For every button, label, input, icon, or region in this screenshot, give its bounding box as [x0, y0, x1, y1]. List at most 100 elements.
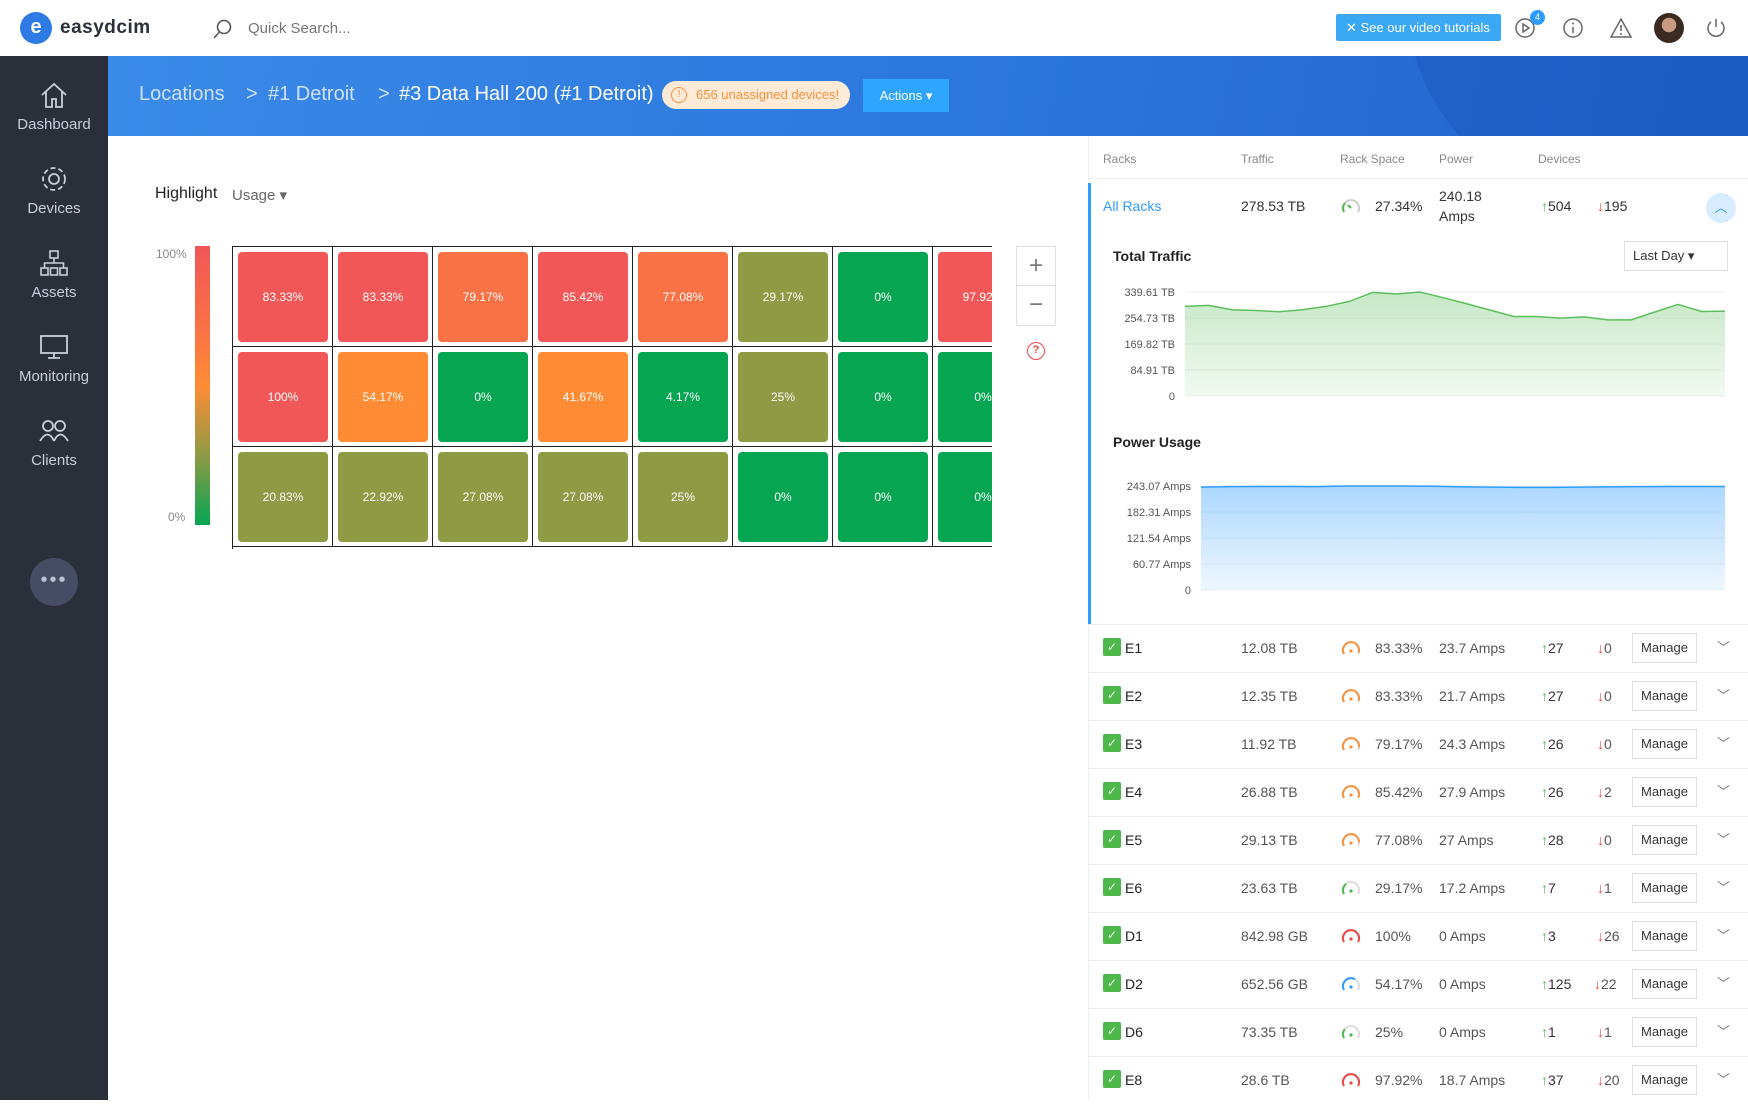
- manage-button[interactable]: Manage: [1632, 825, 1697, 855]
- rack-name[interactable]: E2: [1125, 688, 1142, 704]
- rack-name[interactable]: E5: [1125, 832, 1142, 848]
- checkbox[interactable]: ✓: [1103, 926, 1121, 944]
- collapse-button[interactable]: ︿: [1706, 193, 1736, 223]
- rack-tile[interactable]: 54.17%: [338, 352, 428, 442]
- rack-name[interactable]: D1: [1125, 928, 1143, 944]
- close-icon[interactable]: ✕: [1346, 20, 1361, 35]
- logo-text[interactable]: easydcim: [60, 17, 151, 39]
- rack-tile[interactable]: 22.92%: [338, 452, 428, 542]
- chevron-down-icon[interactable]: ﹀: [1717, 877, 1730, 896]
- rack-name[interactable]: D6: [1125, 1024, 1143, 1040]
- rack-tile[interactable]: 83.33%: [238, 252, 328, 342]
- manage-button[interactable]: Manage: [1632, 681, 1697, 711]
- rack-tile[interactable]: 25%: [638, 452, 728, 542]
- rack-row[interactable]: ✓ D2 652.56 GB 54.17% 0 Amps ↑125 ↓22 Ma…: [1089, 960, 1748, 1008]
- rack-row[interactable]: ✓ D1 842.98 GB 100% 0 Amps ↑3 ↓26 Manage…: [1089, 912, 1748, 960]
- checkbox[interactable]: ✓: [1103, 638, 1121, 656]
- rack-row[interactable]: ✓ E2 12.35 TB 83.33% 21.7 Amps ↑27 ↓0 Ma…: [1089, 672, 1748, 720]
- rack-tile[interactable]: 4.17%: [638, 352, 728, 442]
- chevron-down-icon[interactable]: ﹀: [1717, 1069, 1730, 1088]
- sidebar-item-clients[interactable]: Clients: [0, 416, 108, 496]
- rack-tile[interactable]: 29.17%: [738, 252, 828, 342]
- checkbox[interactable]: ✓: [1103, 782, 1121, 800]
- rack-name[interactable]: E1: [1125, 640, 1142, 656]
- quick-search-input[interactable]: [248, 16, 448, 40]
- sidebar-item-assets[interactable]: Assets: [0, 248, 108, 328]
- rack-tile[interactable]: 79.17%: [438, 252, 528, 342]
- rack-tile[interactable]: 0%: [838, 252, 928, 342]
- chevron-down-icon[interactable]: ﹀: [1717, 829, 1730, 848]
- manage-button[interactable]: Manage: [1632, 1017, 1697, 1047]
- manage-button[interactable]: Manage: [1632, 777, 1697, 807]
- sidebar-item-devices[interactable]: Devices: [0, 164, 108, 244]
- rack-row[interactable]: ✓ E5 29.13 TB 77.08% 27 Amps ↑28 ↓0 Mana…: [1089, 816, 1748, 864]
- search-icon[interactable]: [212, 18, 234, 40]
- video-tutorials-button[interactable]: ✕ See our video tutorials: [1336, 14, 1501, 41]
- rack-row[interactable]: ✓ D6 73.35 TB 25% 0 Amps ↑1 ↓1 Manage ﹀: [1089, 1008, 1748, 1056]
- zoom-out-button[interactable]: −: [1017, 286, 1055, 325]
- breadcrumb-locations[interactable]: Locations: [139, 83, 225, 106]
- rack-name[interactable]: E4: [1125, 784, 1142, 800]
- rack-row[interactable]: ✓ E4 26.88 TB 85.42% 27.9 Amps ↑26 ↓2 Ma…: [1089, 768, 1748, 816]
- more-menu-button[interactable]: •••: [30, 558, 78, 606]
- info-icon[interactable]: [1562, 17, 1584, 39]
- manage-button[interactable]: Manage: [1632, 729, 1697, 759]
- zoom-in-button[interactable]: +: [1017, 247, 1055, 286]
- rack-name[interactable]: E6: [1125, 880, 1142, 896]
- rack-row[interactable]: ✓ E3 11.92 TB 79.17% 24.3 Amps ↑26 ↓0 Ma…: [1089, 720, 1748, 768]
- rack-tile[interactable]: 85.42%: [538, 252, 628, 342]
- sidebar-item-dashboard[interactable]: Dashboard: [0, 80, 108, 160]
- checkbox[interactable]: ✓: [1103, 974, 1121, 992]
- rack-tile[interactable]: 0%: [838, 352, 928, 442]
- help-icon[interactable]: ?: [1027, 342, 1045, 360]
- manage-button[interactable]: Manage: [1632, 873, 1697, 903]
- actions-dropdown-button[interactable]: Actions ▾: [863, 79, 949, 112]
- rack-name[interactable]: D2: [1125, 976, 1143, 992]
- rack-tile[interactable]: 0%: [838, 452, 928, 542]
- rack-tile[interactable]: 41.67%: [538, 352, 628, 442]
- rack-row[interactable]: ✓ E6 23.63 TB 29.17% 17.2 Amps ↑7 ↓1 Man…: [1089, 864, 1748, 912]
- rack-tile[interactable]: 77.08%: [638, 252, 728, 342]
- checkbox[interactable]: ✓: [1103, 686, 1121, 704]
- rack-tile[interactable]: 20.83%: [238, 452, 328, 542]
- manage-button[interactable]: Manage: [1632, 969, 1697, 999]
- checkbox[interactable]: ✓: [1103, 1070, 1121, 1088]
- checkbox[interactable]: ✓: [1103, 734, 1121, 752]
- rack-tile[interactable]: 83.33%: [338, 252, 428, 342]
- manage-button[interactable]: Manage: [1632, 1065, 1697, 1095]
- chevron-down-icon[interactable]: ﹀: [1717, 781, 1730, 800]
- rack-tile[interactable]: 100%: [238, 352, 328, 442]
- chevron-down-icon[interactable]: ﹀: [1717, 925, 1730, 944]
- rack-tile[interactable]: 0%: [438, 352, 528, 442]
- rack-tile[interactable]: 0%: [738, 452, 828, 542]
- rack-tile[interactable]: 27.08%: [438, 452, 528, 542]
- all-racks-link[interactable]: All Racks: [1103, 198, 1161, 214]
- manage-button[interactable]: Manage: [1632, 633, 1697, 663]
- warning-icon[interactable]: [1610, 17, 1632, 39]
- checkbox[interactable]: ✓: [1103, 878, 1121, 896]
- sidebar-item-monitoring[interactable]: Monitoring: [0, 332, 108, 412]
- chevron-down-icon[interactable]: ﹀: [1717, 637, 1730, 656]
- chevron-down-icon[interactable]: ﹀: [1717, 685, 1730, 704]
- chevron-down-icon[interactable]: ﹀: [1717, 1021, 1730, 1040]
- checkbox[interactable]: ✓: [1103, 830, 1121, 848]
- avatar[interactable]: [1654, 13, 1684, 43]
- time-range-select[interactable]: Last Day ▾: [1624, 241, 1728, 271]
- checkbox[interactable]: ✓: [1103, 1022, 1121, 1040]
- rack-tile[interactable]: 0%: [938, 352, 992, 442]
- rack-tile[interactable]: 0%: [938, 452, 992, 542]
- rack-tile[interactable]: 25%: [738, 352, 828, 442]
- rack-row[interactable]: ✓ E8 28.6 TB 97.92% 18.7 Amps ↑37 ↓20 Ma…: [1089, 1056, 1748, 1104]
- rack-row[interactable]: ✓ E1 12.08 TB 83.33% 23.7 Amps ↑27 ↓0 Ma…: [1089, 624, 1748, 672]
- chevron-down-icon[interactable]: ﹀: [1717, 733, 1730, 752]
- rack-name[interactable]: E8: [1125, 1072, 1142, 1088]
- chevron-down-icon[interactable]: ﹀: [1717, 973, 1730, 992]
- breadcrumb-detroit[interactable]: #1 Detroit: [268, 83, 355, 106]
- rack-name[interactable]: E3: [1125, 736, 1142, 752]
- logo-icon[interactable]: e: [20, 12, 52, 44]
- manage-button[interactable]: Manage: [1632, 921, 1697, 951]
- highlight-select[interactable]: Usage ▾: [232, 186, 287, 204]
- rack-tile[interactable]: 97.92%: [938, 252, 992, 342]
- rack-tile[interactable]: 27.08%: [538, 452, 628, 542]
- unassigned-devices-badge[interactable]: !656 unassigned devices!: [662, 81, 850, 109]
